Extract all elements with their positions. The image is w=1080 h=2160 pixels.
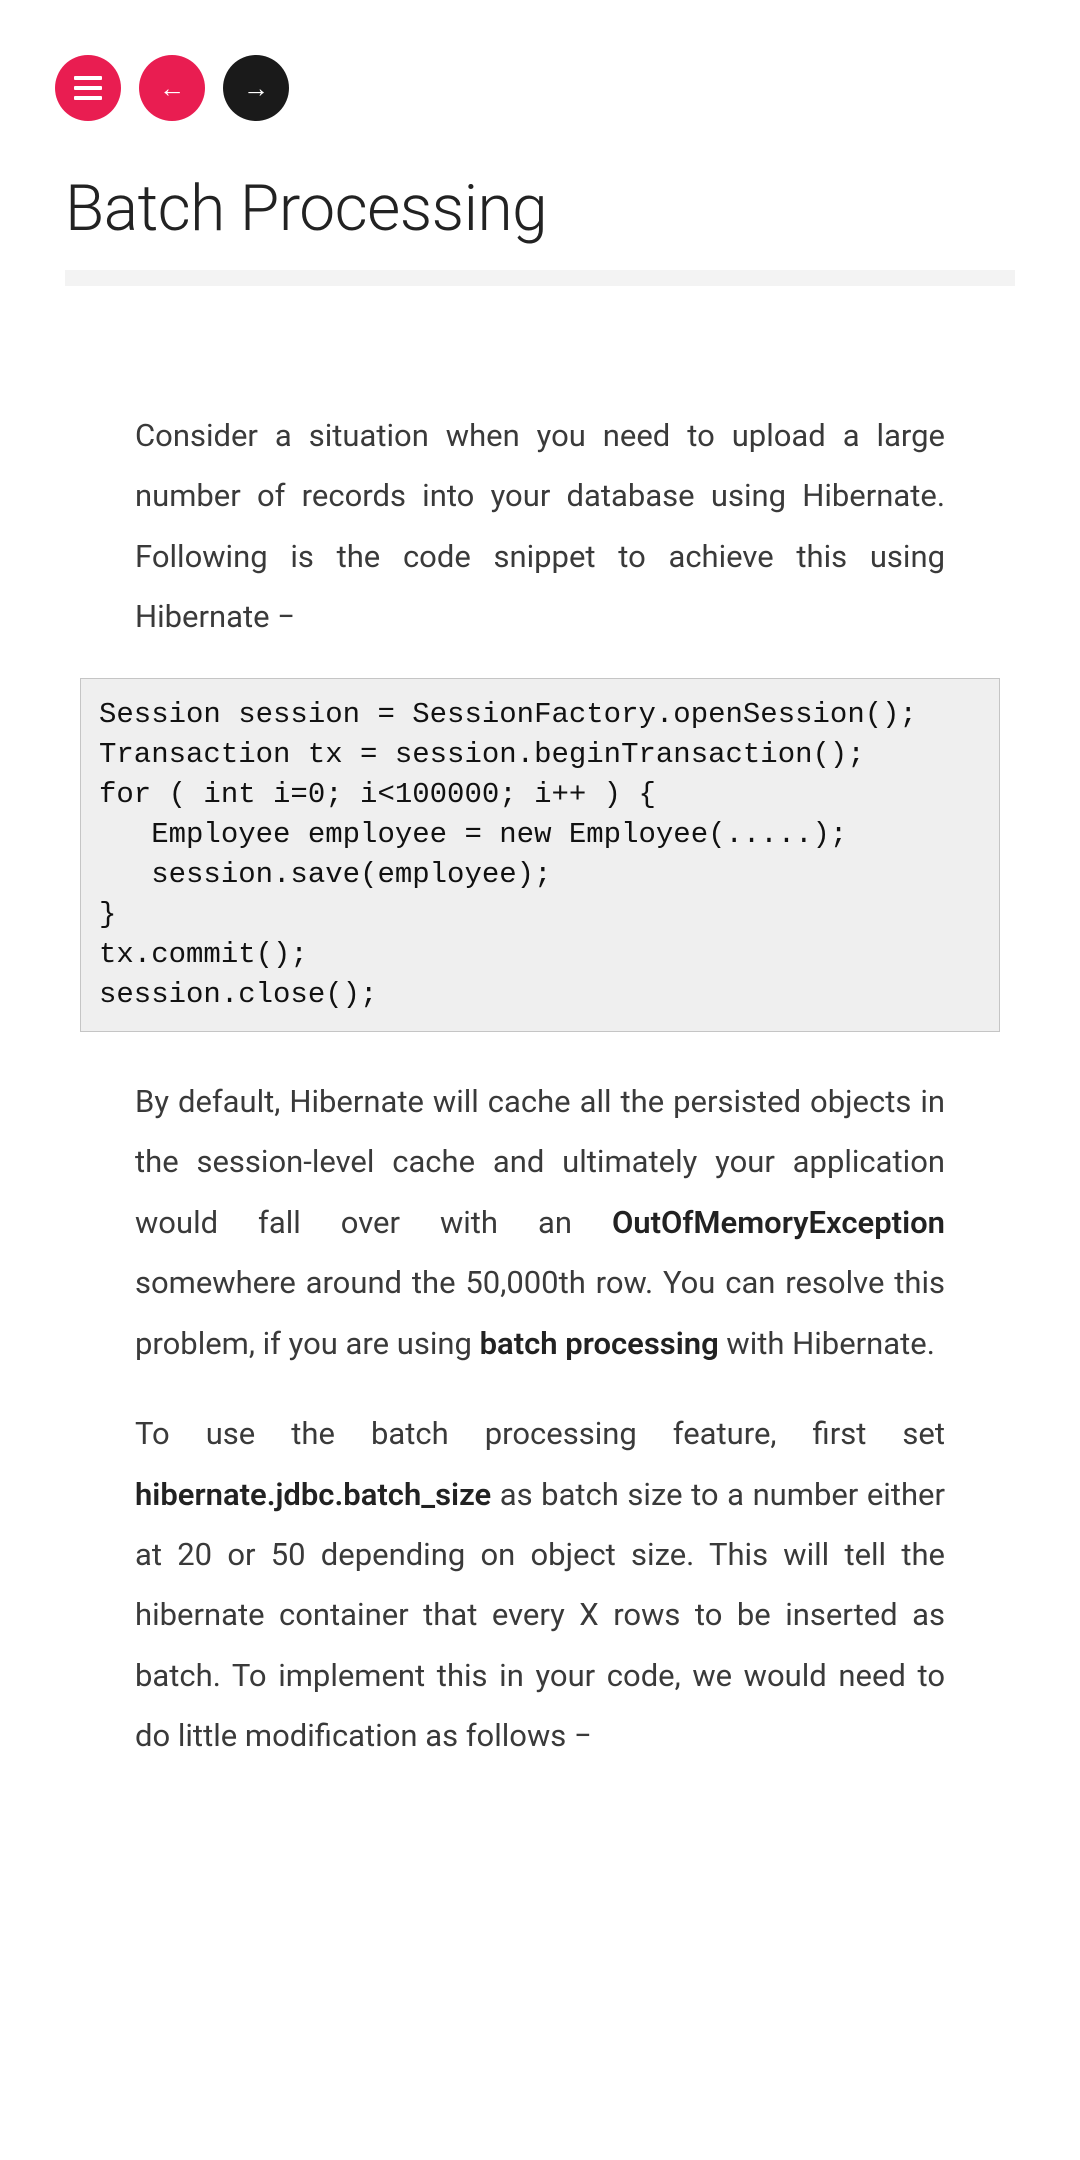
- bold-batch-size-property: hibernate.jdbc.batch_size: [135, 1476, 491, 1513]
- text-span: To use the batch processing feature, fir…: [135, 1415, 945, 1452]
- bold-exception: OutOfMemoryException: [612, 1204, 945, 1241]
- prev-button[interactable]: ←: [139, 55, 205, 121]
- hamburger-icon: [74, 76, 102, 100]
- code-snippet-1: Session session = SessionFactory.openSes…: [80, 678, 1000, 1032]
- fade-overlay: [0, 1980, 1080, 2160]
- paragraph-3: To use the batch processing feature, fir…: [65, 1404, 1015, 1767]
- text-span: as batch size to a number either at 20 o…: [135, 1476, 945, 1755]
- text-span: with Hibernate.: [719, 1325, 935, 1362]
- arrow-right-icon: →: [243, 73, 269, 104]
- bold-batch-processing: batch processing: [480, 1325, 719, 1362]
- top-nav: ← →: [0, 0, 1080, 141]
- paragraph-2: By default, Hibernate will cache all the…: [65, 1072, 1015, 1374]
- arrow-left-icon: ←: [159, 73, 185, 104]
- menu-button[interactable]: [55, 55, 121, 121]
- page-title: Batch Processing: [0, 141, 1080, 270]
- next-button[interactable]: →: [223, 55, 289, 121]
- content-area: Consider a situation when you need to up…: [0, 286, 1080, 1767]
- intro-paragraph: Consider a situation when you need to up…: [65, 406, 1015, 648]
- title-divider: [65, 270, 1015, 286]
